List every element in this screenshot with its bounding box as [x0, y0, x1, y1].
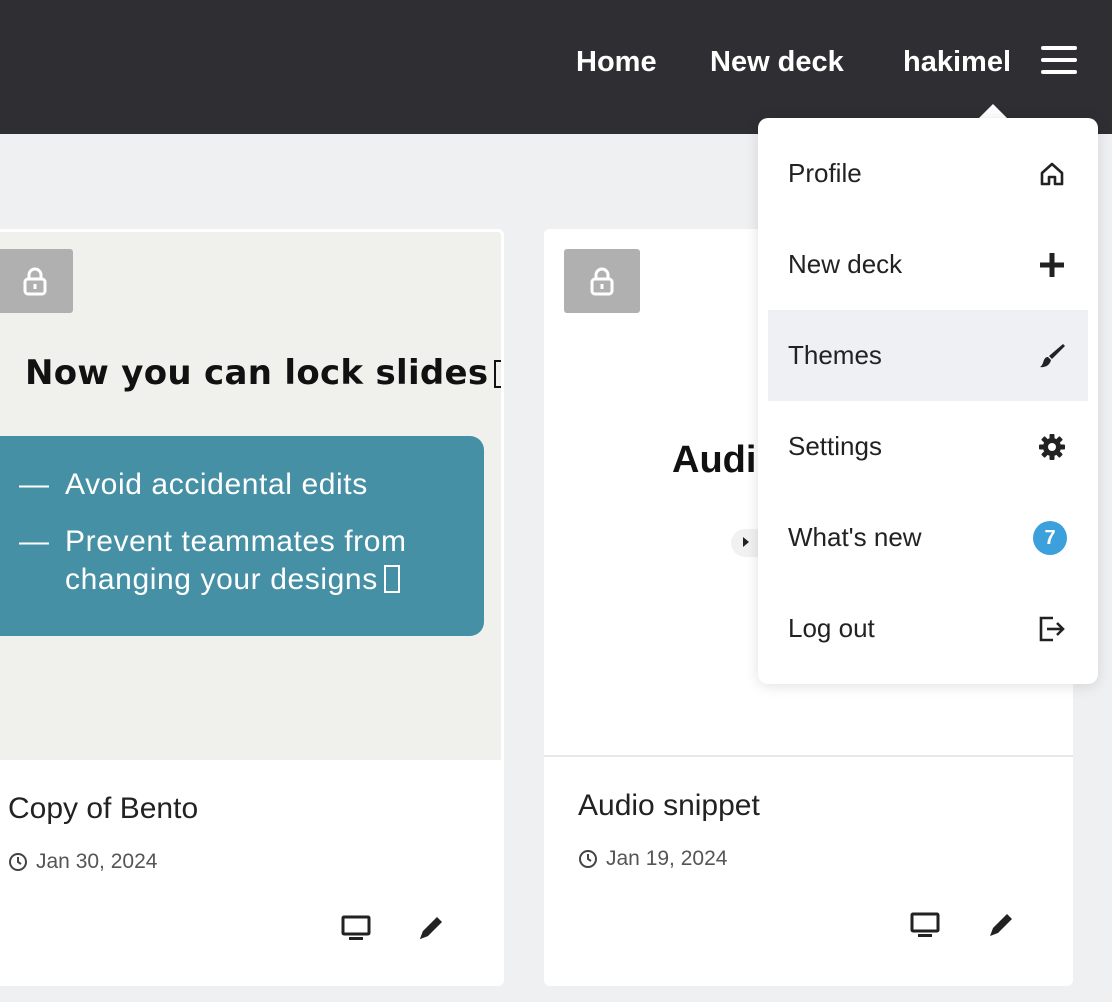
brush-icon — [1034, 339, 1070, 373]
menu-item-label: Themes — [788, 340, 882, 370]
edit-pencil-icon[interactable] — [411, 908, 451, 948]
user-dropdown-menu: Profile New deck Themes Settings What's … — [758, 118, 1098, 684]
clock-icon — [579, 850, 597, 868]
dropdown-arrow — [978, 104, 1008, 119]
deck-date-text: Jan 19, 2024 — [606, 847, 728, 870]
nav-home-link[interactable]: Home — [576, 40, 657, 84]
deck-title[interactable]: Audio snippet — [578, 789, 760, 823]
menu-item-label: Log out — [788, 613, 875, 643]
deck-thumbnail[interactable]: Now you can lock slides — Avoid accident… — [0, 232, 501, 760]
edit-pencil-icon[interactable] — [981, 905, 1021, 945]
deck-date: Jan 30, 2024 — [8, 850, 157, 874]
menu-item-label: Profile — [788, 158, 862, 188]
slide-bullet: Prevent teammates from — [65, 525, 407, 558]
gear-icon — [1034, 430, 1070, 464]
menu-item-themes[interactable]: Themes — [768, 310, 1088, 401]
deck-date-text: Jan 30, 2024 — [36, 850, 158, 873]
home-icon — [1034, 157, 1070, 191]
menu-item-settings[interactable]: Settings — [768, 401, 1088, 492]
menu-item-log-out[interactable]: Log out — [768, 583, 1088, 674]
menu-item-label: Settings — [788, 431, 882, 461]
clock-icon — [9, 853, 27, 871]
slide-bullet: changing your designs — [65, 561, 400, 599]
deck-date: Jan 19, 2024 — [578, 847, 727, 871]
menu-item-new-deck[interactable]: New deck — [768, 219, 1088, 310]
badge-count: 7 — [1033, 521, 1067, 555]
menu-item-label: What's new — [788, 522, 922, 552]
notification-badge: 7 — [1032, 521, 1068, 555]
plus-icon — [1034, 248, 1070, 282]
nav-new-deck-link[interactable]: New deck — [710, 40, 844, 84]
nav-username-link[interactable]: hakimel — [903, 40, 1011, 84]
menu-item-label: New deck — [788, 249, 903, 279]
menu-item-profile[interactable]: Profile — [768, 128, 1088, 219]
present-monitor-icon[interactable] — [905, 905, 945, 945]
deck-card[interactable]: Now you can lock slides — Avoid accident… — [0, 229, 504, 986]
slide-callout-box: — Avoid accidental edits — Prevent teamm… — [0, 436, 484, 636]
slide-bullet: Avoid accidental edits — [65, 468, 368, 501]
slide-heading: Now you can lock slides — [25, 353, 501, 393]
hamburger-menu-icon[interactable] — [1041, 46, 1079, 76]
lock-icon — [564, 249, 640, 313]
deck-title[interactable]: Copy of Bento — [8, 792, 198, 826]
top-navigation-bar: Home New deck hakimel — [0, 0, 1112, 134]
present-monitor-icon[interactable] — [336, 908, 376, 948]
slide-heading: Audi — [672, 439, 757, 481]
menu-item-whats-new[interactable]: What's new 7 — [768, 492, 1088, 583]
lock-icon — [0, 249, 73, 313]
logout-icon — [1034, 612, 1070, 646]
